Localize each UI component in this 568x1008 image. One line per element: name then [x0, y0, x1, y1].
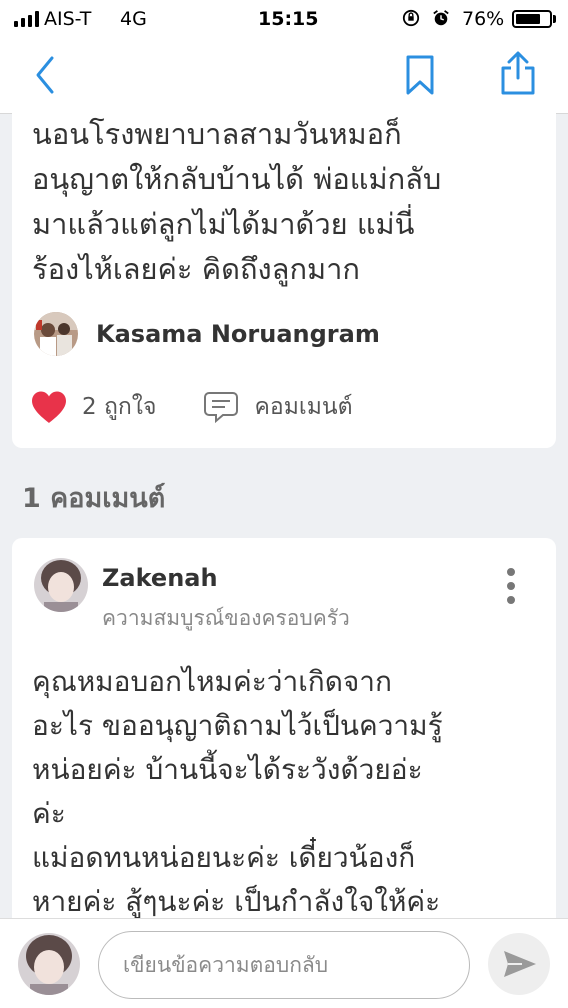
heart-icon[interactable]: [30, 390, 68, 424]
reply-input[interactable]: [98, 931, 470, 999]
comment-icon[interactable]: [203, 390, 239, 424]
battery-percent: 76%: [462, 8, 505, 30]
comment-card: Zakenah ความสมบูรณ์ของครอบครัว คุณหมอบอก…: [12, 538, 556, 938]
commenter-avatar[interactable]: [34, 558, 88, 612]
orientation-lock-icon: [402, 9, 420, 27]
commenter-subtitle: ความสมบูรณ์ของครอบครัว: [102, 606, 350, 630]
alarm-icon: [433, 10, 449, 26]
status-bar: AIS-T 4G 15:15 76%: [0, 0, 568, 38]
carrier-name: AIS-T: [44, 8, 92, 30]
reply-bar: [0, 918, 568, 1008]
post-body: นอนโรงพยาบาลสามวันหมอก็ อนุญาตให้กลับบ้า…: [32, 117, 442, 286]
signal-strength-icon: [14, 11, 39, 27]
like-count[interactable]: 2 ถูกใจ: [82, 389, 157, 425]
post-author[interactable]: Kasama Noruangram: [34, 312, 380, 356]
send-icon[interactable]: [488, 933, 550, 995]
bookmark-icon[interactable]: [404, 54, 436, 96]
send-button[interactable]: [488, 933, 550, 995]
commenter-name[interactable]: Zakenah: [102, 564, 218, 592]
more-options-icon[interactable]: [504, 568, 518, 608]
comment-button[interactable]: คอมเมนต์: [203, 389, 353, 425]
comment-count-heading: 1 คอมเมนต์: [22, 483, 166, 514]
battery-level: [516, 14, 541, 24]
chevron-left-icon[interactable]: [30, 54, 60, 96]
top-navigation-bar: [0, 38, 568, 114]
comment-body: คุณหมอบอกไหมค่ะว่าเกิดจาก อะไร ขออนุญาติ…: [32, 665, 443, 918]
current-user-avatar: [18, 933, 80, 995]
battery-cap: [553, 15, 556, 23]
status-time: 15:15: [258, 8, 319, 30]
post-card: นอนโรงพยาบาลสามวันหมอก็ อนุญาตให้กลับบ้า…: [12, 104, 556, 448]
post-actions: 2 ถูกใจ คอมเมนต์: [30, 389, 353, 425]
battery-icon: [512, 10, 552, 28]
share-icon[interactable]: [498, 50, 538, 96]
network-type: 4G: [120, 8, 147, 30]
author-name[interactable]: Kasama Noruangram: [96, 320, 380, 348]
comment-button-label[interactable]: คอมเมนต์: [255, 389, 353, 425]
author-avatar[interactable]: [34, 312, 78, 356]
